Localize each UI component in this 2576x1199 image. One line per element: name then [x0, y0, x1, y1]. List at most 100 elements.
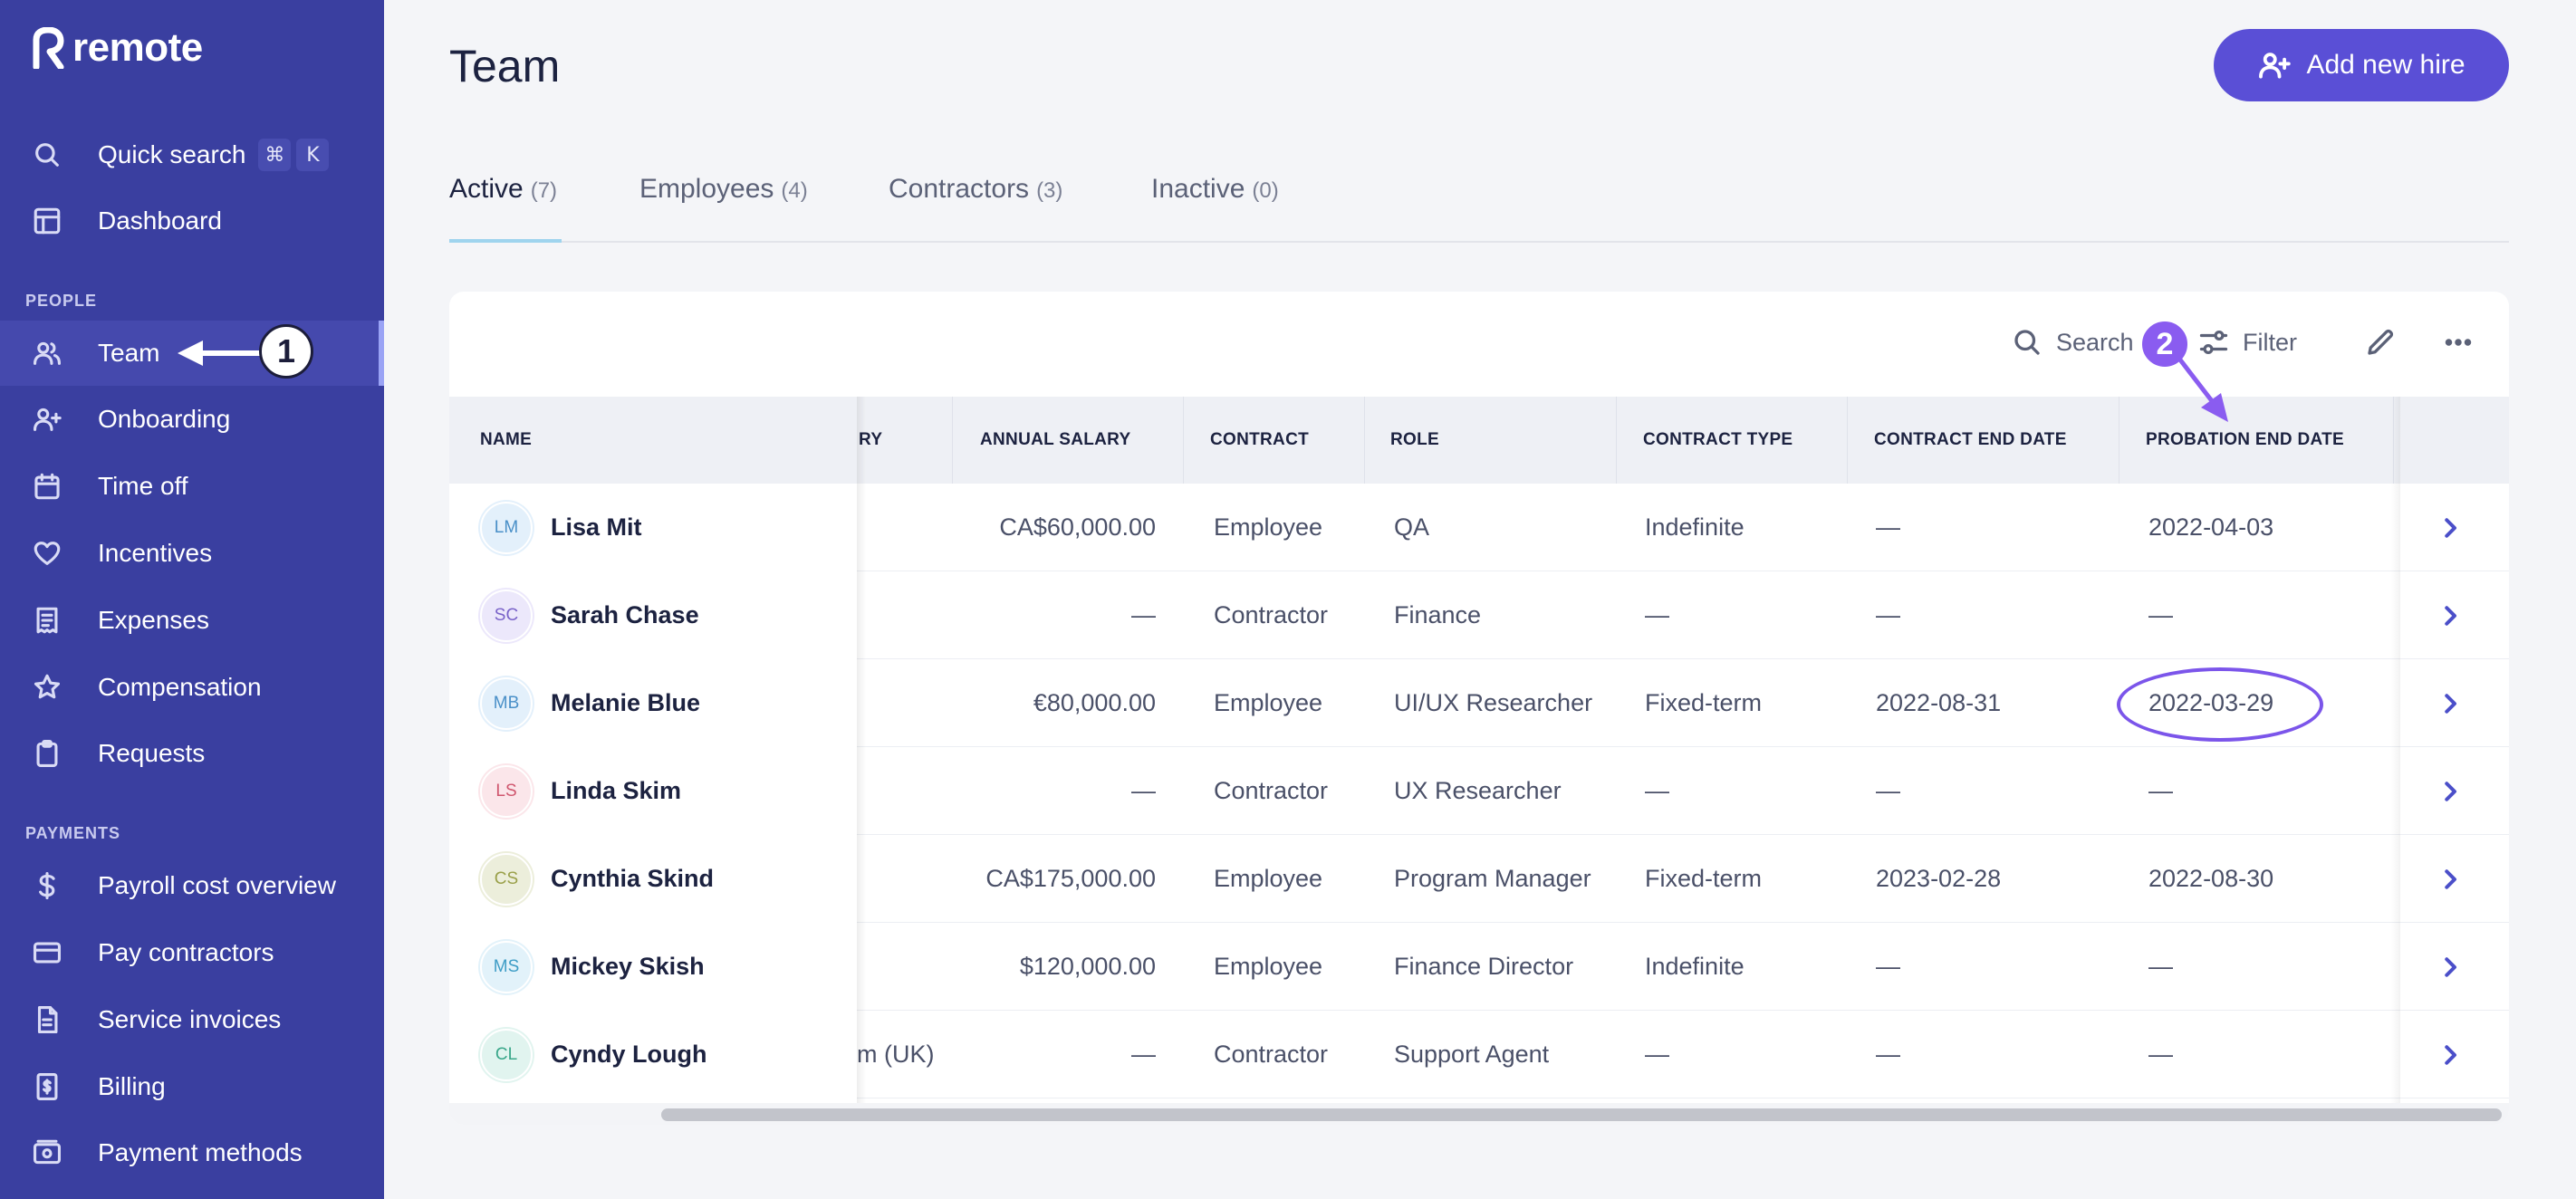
column-header-contract-end-date[interactable]: CONTRACT END DATE	[1874, 397, 2067, 484]
cell-role: QA	[1394, 513, 1430, 541]
column-header-contract-type[interactable]: CONTRACT TYPE	[1643, 397, 1793, 484]
employee-name: Linda Skim	[551, 777, 682, 804]
employee-name: Sarah Chase	[551, 601, 699, 628]
cell-contract-type: —	[1645, 601, 1669, 628]
add-new-hire-button[interactable]: Add new hire	[2214, 29, 2509, 101]
tab-count: (7)	[530, 178, 558, 203]
sidebar-item-pay-contractors[interactable]: Pay contractors	[0, 920, 384, 985]
table-row[interactable]: CA$60,000.00 Employee QA Indefinite — 2022-04…	[449, 484, 2509, 571]
search-button[interactable]: Search	[2011, 326, 2134, 359]
table-row[interactable]: CA$175,000.00 Employee Program Manager Fixe…	[449, 835, 2509, 923]
column-header-role[interactable]: ROLE	[1390, 397, 1439, 484]
cell-annual-salary: €80,000.00	[1033, 689, 1156, 716]
row-open-chevron-icon[interactable]	[2437, 571, 2473, 659]
more-options-button[interactable]	[2442, 326, 2475, 359]
quick-search-label: Quick search	[98, 140, 246, 168]
shortcut-k-key: K	[296, 139, 330, 171]
table-row[interactable]: — Contractor UX Researcher — — — LS Linda Skim	[449, 747, 2509, 835]
employee-name: Melanie Blue	[551, 689, 701, 716]
employee-name-cell[interactable]: MS Mickey Skish	[449, 923, 857, 1011]
sidebar-item-label: Payment methods	[98, 1138, 303, 1166]
cell-contract: Employee	[1214, 513, 1323, 541]
employee-name-cell[interactable]: CL Cyndy Lough	[449, 1011, 857, 1098]
table-row[interactable]: — Contractor Finance — — — SC Sarah Chase	[449, 571, 2509, 659]
tab-contractors[interactable]: Contractors (3)	[889, 174, 1062, 205]
row-open-chevron-icon[interactable]	[2437, 835, 2473, 923]
cell-partial	[857, 659, 956, 747]
cell-role: Finance Director	[1394, 953, 1574, 980]
dashboard-icon	[31, 205, 63, 237]
table-row[interactable]: $120,000.00 Employee Finance Director Indef…	[449, 923, 2509, 1011]
tab-active[interactable]: Active (7)	[449, 174, 557, 205]
sidebar-item-billing[interactable]: Billing	[0, 1054, 384, 1119]
row-open-chevron-icon[interactable]	[2437, 923, 2473, 1011]
row-open-chevron-icon[interactable]	[2437, 484, 2473, 571]
cell-contract-end-date: —	[1876, 777, 1900, 804]
row-open-chevron-icon[interactable]	[2437, 659, 2473, 747]
employee-name: Cyndy Lough	[551, 1041, 707, 1068]
cell-contract: Employee	[1214, 689, 1323, 716]
employee-name-cell[interactable]: SC Sarah Chase	[449, 571, 857, 659]
scrollbar-thumb[interactable]	[661, 1108, 2502, 1121]
row-open-chevron-icon[interactable]	[2437, 747, 2473, 835]
star-icon	[31, 671, 63, 704]
horizontal-scrollbar[interactable]	[449, 1103, 2509, 1125]
sidebar-item-label: Compensation	[98, 673, 262, 701]
avatar: LM	[480, 501, 533, 554]
user-plus-icon	[2259, 53, 2292, 79]
tab-inactive[interactable]: Inactive (0)	[1151, 174, 1279, 205]
sidebar-item-dashboard[interactable]: Dashboard	[0, 188, 384, 254]
employee-name-cell[interactable]: MB Melanie Blue	[449, 659, 857, 747]
cell-role: Finance	[1394, 601, 1482, 628]
cell-role: Support Agent	[1394, 1041, 1550, 1068]
sidebar-item-service-invoices[interactable]: Service invoices	[0, 987, 384, 1052]
employee-name: Mickey Skish	[551, 953, 705, 980]
edit-columns-button[interactable]	[2364, 326, 2397, 359]
sidebar-item-expenses[interactable]: Expenses	[0, 588, 384, 653]
sidebar-item-label: Team	[98, 339, 160, 367]
cell-partial: m (UK)	[857, 1041, 935, 1068]
cell-contract: Contractor	[1214, 777, 1329, 804]
cell-probation-end-date: —	[2148, 1041, 2173, 1068]
brand-logo[interactable]: remote	[31, 25, 203, 71]
sidebar-item-compensation[interactable]: Compensation	[0, 655, 384, 720]
row-open-chevron-icon[interactable]	[2437, 1011, 2473, 1098]
cell-partial	[857, 484, 956, 571]
sidebar-item-onboarding[interactable]: Onboarding	[0, 387, 384, 452]
employee-name-cell[interactable]: LM Lisa Mit	[449, 484, 857, 571]
sidebar-item-payment-methods[interactable]: Payment methods	[0, 1120, 384, 1185]
column-header-annual-salary[interactable]: ANNUAL SALARY	[980, 397, 1130, 484]
column-header-contract[interactable]: CONTRACT	[1210, 397, 1309, 484]
cell-contract: Employee	[1214, 953, 1323, 980]
cell-role: UX Researcher	[1394, 777, 1562, 804]
sidebar-item-label: Dashboard	[98, 206, 222, 235]
cell-annual-salary: $120,000.00	[1019, 953, 1156, 980]
sidebar-item-label: Pay contractors	[98, 938, 274, 966]
column-header-name[interactable]: NAME	[449, 397, 857, 484]
receipt-icon	[31, 604, 63, 637]
cell-contract: Employee	[1214, 865, 1323, 892]
employee-name-cell[interactable]: CS Cynthia Skind	[449, 835, 857, 923]
cell-contract-end-date: —	[1876, 1041, 1900, 1068]
employee-name-cell[interactable]: LS Linda Skim	[449, 747, 857, 835]
credit-card-icon	[31, 936, 63, 969]
page-title: Team	[449, 41, 561, 91]
section-label-people: PEOPLE	[25, 292, 98, 310]
sidebar-item-requests[interactable]: Requests	[0, 721, 384, 786]
table-row[interactable]: m (UK) — Contractor Support Agent — — — CL Cyndy…	[449, 1011, 2509, 1098]
sidebar-item-payroll-cost-overview[interactable]: Payroll cost overview	[0, 853, 384, 918]
avatar: MB	[480, 676, 533, 730]
cell-annual-salary: —	[1131, 601, 1156, 628]
sidebar-item-incentives[interactable]: Incentives	[0, 521, 384, 586]
cell-contract-type: —	[1645, 777, 1669, 804]
heart-icon	[31, 537, 63, 570]
tab-employees[interactable]: Employees (4)	[639, 174, 808, 205]
tab-label: Contractors	[889, 174, 1030, 204]
pencil-icon	[2368, 329, 2394, 355]
quick-search[interactable]: Quick search ⌘ K	[0, 122, 384, 187]
cell-contract-end-date: —	[1876, 953, 1900, 980]
sidebar-item-time-off[interactable]: Time off	[0, 454, 384, 519]
cell-contract-end-date: —	[1876, 601, 1900, 628]
cell-probation-end-date: —	[2148, 777, 2173, 804]
sidebar: remote Quick search ⌘ K Dashboard PEOPLE…	[0, 0, 384, 1199]
